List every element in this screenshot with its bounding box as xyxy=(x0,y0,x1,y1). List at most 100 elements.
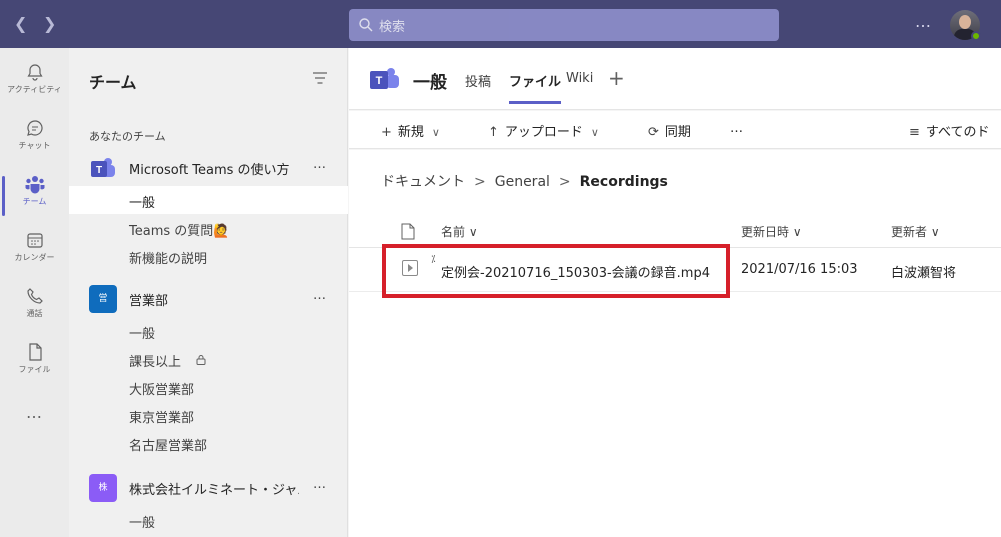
rail-label: カレンダー xyxy=(14,253,55,262)
app-rail: アクティビティ チャット チーム カレンダー 通話 ファイル … xyxy=(0,48,69,537)
new-button[interactable]: + 新規 ∨ xyxy=(381,121,440,140)
column-label: 更新日時 xyxy=(741,225,790,239)
title-bar: ❮ ❯ 検索 … xyxy=(0,0,1001,48)
channel-item-managers[interactable]: 課長以上 xyxy=(69,345,348,373)
file-modified-by: 白波瀬智将 xyxy=(891,266,957,281)
back-arrow-icon[interactable]: ❮ xyxy=(14,14,27,33)
microsoft-teams-logo-icon: T xyxy=(370,68,399,89)
more-actions-button[interactable]: … xyxy=(730,121,743,136)
rail-item-files[interactable]: ファイル xyxy=(0,336,69,392)
column-label: 更新者 xyxy=(891,225,928,239)
team-name: 株式会社イルミネート・ジャパ... xyxy=(129,483,299,498)
forward-arrow-icon[interactable]: ❯ xyxy=(43,14,56,33)
pane-title: チーム xyxy=(89,73,137,92)
channel-item-osaka[interactable]: 大阪営業部 xyxy=(69,373,348,401)
file-modified: 2021/07/16 15:03 xyxy=(741,262,858,277)
channel-name: 名古屋営業部 xyxy=(129,439,208,454)
breadcrumb-documents[interactable]: ドキュメント xyxy=(381,174,465,190)
breadcrumb-recordings: Recordings xyxy=(579,174,668,190)
team-name: Microsoft Teams の使い方 xyxy=(129,163,290,178)
channel-item-nagoya[interactable]: 名古屋営業部 xyxy=(69,429,348,457)
rail-item-calendar[interactable]: カレンダー xyxy=(0,224,69,280)
team-avatar-icon: 営 xyxy=(89,285,117,313)
rail-label: ファイル xyxy=(18,365,51,374)
team-more-button[interactable]: … xyxy=(313,477,327,492)
rail-item-teams[interactable]: チーム xyxy=(0,168,69,224)
new-label: 新規 xyxy=(397,125,424,140)
file-type-icon xyxy=(401,223,415,240)
microsoft-teams-logo-icon: T xyxy=(91,158,115,177)
search-placeholder: 検索 xyxy=(379,20,406,35)
column-header-modified-by[interactable]: 更新者 ∨ xyxy=(891,223,940,240)
sync-button[interactable]: ⟳ 同期 xyxy=(648,121,691,140)
channel-name: 東京営業部 xyxy=(129,411,195,426)
breadcrumb: ドキュメント > General > Recordings xyxy=(381,171,668,191)
channel-item-new-features[interactable]: 新機能の説明 xyxy=(69,242,348,270)
view-options-button[interactable]: ≡ すべてのド xyxy=(909,121,989,140)
highlight-annotation xyxy=(382,244,730,298)
tab-posts[interactable]: 投稿 xyxy=(465,71,491,90)
chevron-down-icon: ∨ xyxy=(468,225,478,239)
rail-label: アクティビティ xyxy=(7,85,62,94)
channel-item-general[interactable]: 一般 xyxy=(69,506,348,534)
search-icon xyxy=(359,18,373,32)
channel-name: 課長以上 xyxy=(129,355,182,370)
chat-icon xyxy=(26,120,43,136)
channel-name: 一般 xyxy=(129,327,156,342)
breadcrumb-general[interactable]: General xyxy=(495,174,550,190)
channel-name: 一般 xyxy=(129,516,156,531)
sync-icon: ⟳ xyxy=(648,125,659,140)
lock-icon xyxy=(196,355,206,365)
rail-label: 通話 xyxy=(26,309,43,318)
channel-name: Teams の質問🙋 xyxy=(129,224,230,239)
file-list: ドキュメント > General > Recordings 名前 ∨ 更新日時 ∨ 更新… xyxy=(349,150,1001,537)
team-row-illuminate-japan[interactable]: 株 株式会社イルミネート・ジャパ... … xyxy=(69,471,348,503)
team-more-button[interactable]: … xyxy=(313,157,327,172)
files-toolbar: + 新規 ∨ ↑ アップロード ∨ ⟳ 同期 … ≡ すべてのド xyxy=(349,111,1001,149)
channel-item-general[interactable]: 一般 xyxy=(69,186,348,214)
rail-label: チーム xyxy=(22,197,47,206)
breadcrumb-separator-icon: > xyxy=(558,174,571,190)
channel-name: 新機能の説明 xyxy=(129,252,208,267)
teams-icon xyxy=(25,176,44,194)
section-label: あなたのチーム xyxy=(89,130,166,143)
team-name: 営業部 xyxy=(129,294,169,309)
channel-item-teams-questions[interactable]: Teams の質問🙋 xyxy=(69,214,348,242)
team-row-sales[interactable]: 営 営業部 … xyxy=(69,282,348,314)
chevron-down-icon: ∨ xyxy=(431,126,440,139)
bell-icon xyxy=(26,64,43,81)
tab-files[interactable]: ファイル xyxy=(509,71,562,104)
chevron-down-icon: ∨ xyxy=(930,225,940,239)
channel-title: 一般 xyxy=(413,73,447,93)
file-icon xyxy=(28,343,42,361)
plus-icon: + xyxy=(381,125,392,140)
breadcrumb-separator-icon: > xyxy=(474,174,486,190)
column-header-name[interactable]: 名前 ∨ xyxy=(441,223,478,240)
sync-label: 同期 xyxy=(664,125,691,140)
channel-item-tokyo[interactable]: 東京営業部 xyxy=(69,401,348,429)
view-label: すべてのド xyxy=(925,125,990,140)
channel-name: 一般 xyxy=(129,196,156,211)
column-label: 名前 xyxy=(441,225,466,239)
chevron-down-icon: ∨ xyxy=(792,225,802,239)
channel-header: T 一般 投稿 ファイル Wiki + xyxy=(349,48,1001,110)
column-header-modified[interactable]: 更新日時 ∨ xyxy=(741,223,802,240)
tab-wiki[interactable]: Wiki xyxy=(566,71,593,86)
rail-item-activity[interactable]: アクティビティ xyxy=(0,56,69,112)
list-view-icon: ≡ xyxy=(909,125,920,140)
svg-text:T: T xyxy=(376,75,383,87)
more-options-button[interactable]: … xyxy=(915,12,932,31)
team-avatar-icon: 株 xyxy=(89,474,117,502)
more-apps-button[interactable]: … xyxy=(0,403,69,422)
search-input[interactable]: 検索 xyxy=(349,9,779,41)
upload-arrow-icon: ↑ xyxy=(488,125,499,140)
channel-item-general[interactable]: 一般 xyxy=(69,317,348,345)
team-more-button[interactable]: … xyxy=(313,288,327,303)
filter-icon[interactable] xyxy=(313,72,327,84)
add-tab-button[interactable]: + xyxy=(608,66,625,90)
team-row-microsoft-teams[interactable]: T Microsoft Teams の使い方 … xyxy=(69,151,348,183)
rail-item-chat[interactable]: チャット xyxy=(0,112,69,168)
upload-button[interactable]: ↑ アップロード ∨ xyxy=(488,121,599,140)
phone-icon xyxy=(26,288,43,304)
rail-item-calls[interactable]: 通話 xyxy=(0,280,69,336)
